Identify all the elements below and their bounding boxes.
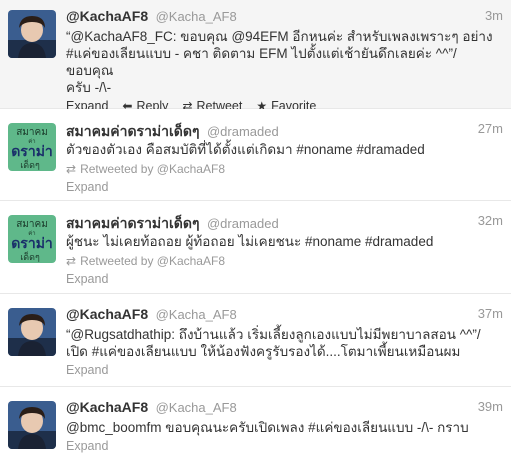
- retweeted-by[interactable]: ⇄ Retweeted by @KachaAF8: [66, 160, 503, 177]
- avatar[interactable]: [8, 308, 56, 356]
- retweeted-by[interactable]: ⇄ Retweeted by @KachaAF8: [66, 252, 503, 269]
- tweet-timestamp[interactable]: 37m: [478, 306, 503, 321]
- tweet-text-line: ครับ -/\-: [66, 80, 112, 95]
- avatar[interactable]: [8, 401, 56, 449]
- avatar[interactable]: สมาคม ค่า ดราม่า เด็ดๆ: [8, 123, 56, 171]
- retweeted-by-label: Retweeted by @KachaAF8: [80, 253, 225, 268]
- tweet-text-line: ตัวของตัวเอง คือสมบัติที่ได้ตั้งแต่เกิดม…: [66, 142, 425, 157]
- svg-text:ดราม่า: ดราม่า: [11, 144, 53, 160]
- tweet-timestamp[interactable]: 32m: [478, 213, 503, 228]
- expand-link[interactable]: Expand: [66, 363, 503, 377]
- tweet-text-line: เปิด #แค่ของเลียนแบบ ให้น้องฟังครูรับรอง…: [66, 344, 461, 359]
- tweet-username[interactable]: @Kacha_AF8: [156, 9, 237, 24]
- tweet-username[interactable]: @Kacha_AF8: [156, 400, 237, 415]
- drama-logo-icon: สมาคม ค่า ดราม่า เด็ดๆ: [8, 123, 56, 171]
- svg-text:สมาคม: สมาคม: [16, 219, 48, 230]
- drama-logo-icon: สมาคม ค่า ดราม่า เด็ดๆ: [8, 215, 56, 263]
- tweet-item[interactable]: สมาคม ค่า ดราม่า เด็ดๆ สมาคมค่าดราม่าเด็…: [0, 109, 511, 201]
- tweet-text: “@KachaAF8_FC: ขอบคุณ @94EFM อีกหนค่ะ สำ…: [66, 28, 503, 96]
- tweet-text: “@Rugsatdhathip: ถึงบ้านแล้ว เริ่มเลี้ยง…: [66, 326, 503, 360]
- tweet-text-line: “@KachaAF8_FC: ขอบคุณ @94EFM อีกหนค่ะ สำ…: [66, 29, 493, 44]
- tweet-text: ผู้ชนะ ไม่เคยท้อถอย ผู้ท้อถอย ไม่เคยชนะ …: [66, 233, 503, 250]
- tweet-username[interactable]: @Kacha_AF8: [156, 307, 237, 322]
- tweet-text: ตัวของตัวเอง คือสมบัติที่ได้ตั้งแต่เกิดม…: [66, 141, 503, 158]
- tweet-fullname[interactable]: สมาคมค่าดราม่าเด็ดๆ: [66, 215, 200, 231]
- expand-link[interactable]: Expand: [66, 272, 503, 286]
- tweet-text-line: “@Rugsatdhathip: ถึงบ้านแล้ว เริ่มเลี้ยง…: [66, 327, 481, 342]
- tweet-text: @bmc_boomfm ขอบคุณนะครับเปิดเพลง #แค่ของ…: [66, 419, 503, 436]
- tweet-text-line: @bmc_boomfm ขอบคุณนะครับเปิดเพลง #แค่ของ…: [66, 420, 469, 435]
- tweet-timestamp[interactable]: 39m: [478, 399, 503, 414]
- retweet-icon: ⇄: [66, 253, 77, 268]
- retweet-icon: ⇄: [66, 161, 77, 176]
- tweet-timestamp[interactable]: 3m: [485, 8, 503, 23]
- tweet-text-line: ผู้ชนะ ไม่เคยท้อถอย ผู้ท้อถอย ไม่เคยชนะ …: [66, 234, 434, 249]
- tweet-username[interactable]: @dramaded: [207, 124, 279, 139]
- tweet-fullname[interactable]: @KachaAF8: [66, 8, 148, 24]
- avatar[interactable]: [8, 10, 56, 58]
- tweet-timestamp[interactable]: 27m: [478, 121, 503, 136]
- tweet-item[interactable]: @KachaAF8 @Kacha_AF8 39m @bmc_boomfm ขอบ…: [0, 387, 511, 457]
- tweet-fullname[interactable]: @KachaAF8: [66, 399, 148, 415]
- tweet-text-line: #แค่ของเลียนแบบ - คชา ติดตาม EFM ไปตั้งแ…: [66, 46, 457, 78]
- tweet-item[interactable]: @KachaAF8 @Kacha_AF8 3m “@KachaAF8_FC: ข…: [0, 0, 511, 113]
- avatar[interactable]: สมาคม ค่า ดราม่า เด็ดๆ: [8, 215, 56, 263]
- tweet-fullname[interactable]: @KachaAF8: [66, 306, 148, 322]
- retweeted-by-label: Retweeted by @KachaAF8: [80, 161, 225, 176]
- tweet-item[interactable]: สมาคม ค่า ดราม่า เด็ดๆ สมาคมค่าดราม่าเด็…: [0, 201, 511, 294]
- tweet-fullname[interactable]: สมาคมค่าดราม่าเด็ดๆ: [66, 123, 200, 139]
- tweet-item[interactable]: @KachaAF8 @Kacha_AF8 37m “@Rugsatdhathip…: [0, 294, 511, 387]
- svg-text:ดราม่า: ดราม่า: [11, 236, 53, 252]
- expand-link[interactable]: Expand: [66, 439, 503, 453]
- expand-link[interactable]: Expand: [66, 180, 503, 194]
- svg-text:สมาคม: สมาคม: [16, 127, 48, 138]
- tweet-username[interactable]: @dramaded: [207, 216, 279, 231]
